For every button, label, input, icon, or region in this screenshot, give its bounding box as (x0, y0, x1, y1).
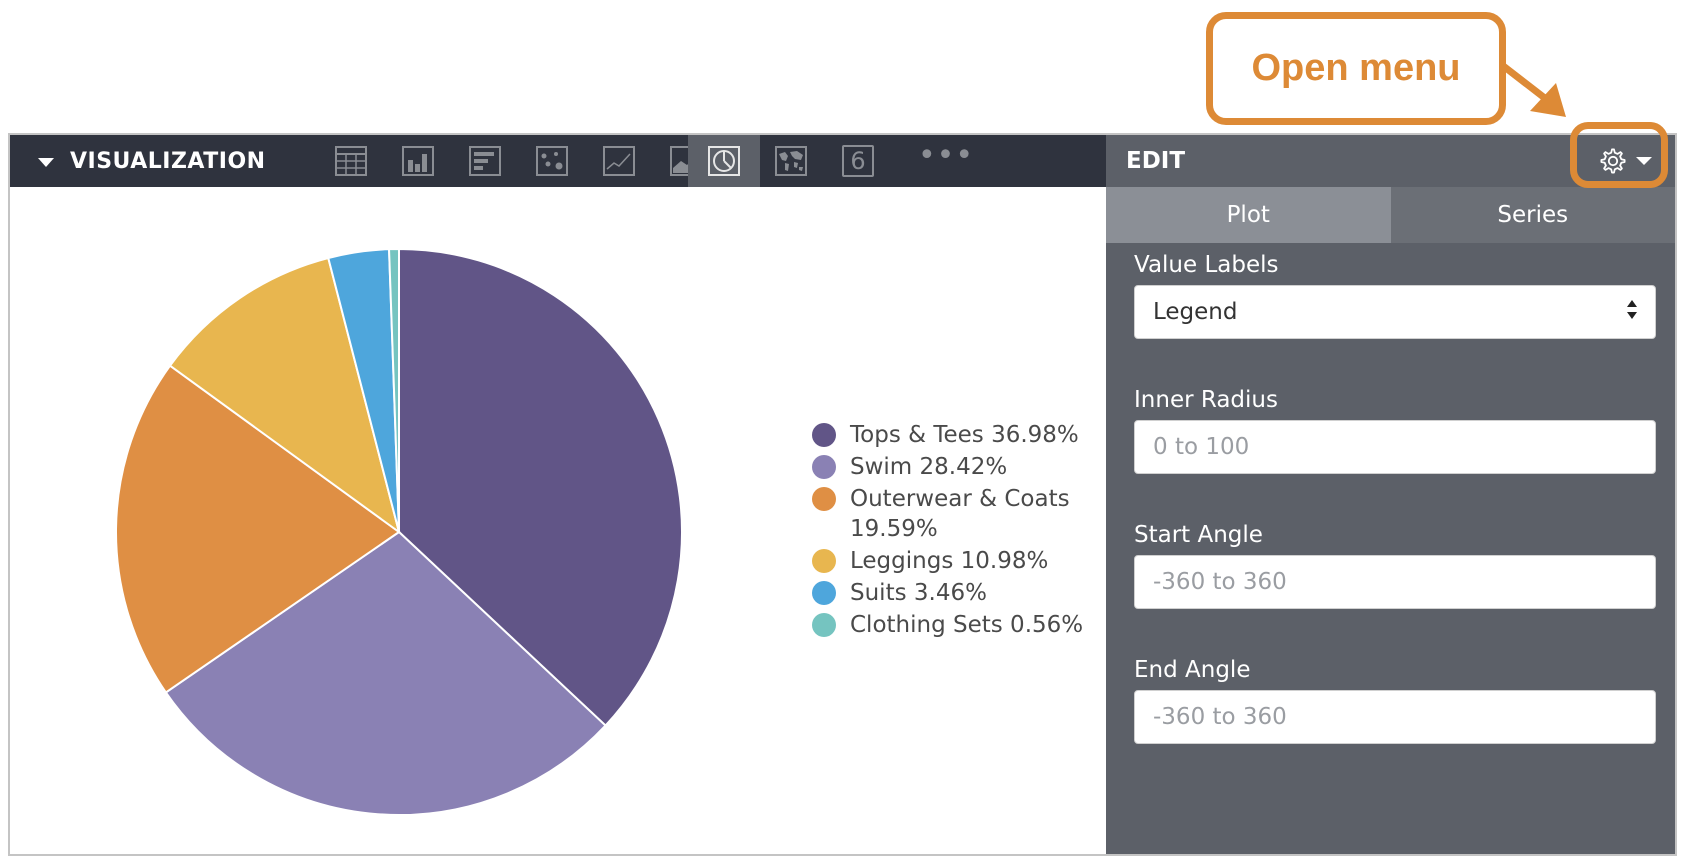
callout-text: Open menu (1251, 47, 1461, 89)
bar-chart-icon[interactable] (449, 135, 521, 187)
legend-label: Tops & Tees 36.98% (850, 422, 1079, 448)
legend-label: Swim 28.42% (850, 454, 1008, 480)
value-labels-selected: Legend (1153, 299, 1238, 325)
inner-radius-field (1134, 420, 1656, 474)
legend-item: Leggings 10.98% (812, 546, 1083, 578)
start-angle-field (1134, 555, 1656, 609)
legend-label: Outerwear & Coats 19.59% (850, 484, 1070, 544)
legend-item: Suits 3.46% (812, 578, 1083, 610)
scatter-chart-icon[interactable] (516, 135, 588, 187)
legend-item: Outerwear & Coats 19.59% (812, 484, 1083, 546)
chart-legend: Tops & Tees 36.98% Swim 28.42% Outerwear… (812, 420, 1083, 642)
select-arrows-icon (1627, 300, 1639, 324)
start-angle-input[interactable] (1153, 569, 1655, 595)
legend-label: Leggings 10.98% (850, 548, 1049, 574)
caret-down-icon (38, 157, 54, 167)
visualization-title: VISUALIZATION (70, 148, 266, 174)
legend-label: Suits 3.46% (850, 580, 987, 606)
start-angle-label: Start Angle (1134, 522, 1263, 548)
inner-radius-input[interactable] (1153, 434, 1655, 460)
legend-item: Clothing Sets 0.56% (812, 610, 1083, 642)
legend-swatch (812, 455, 836, 479)
legend-swatch (812, 613, 836, 637)
legend-label-line-2: 19.59% (850, 516, 938, 542)
edit-tabs: Plot Series (1106, 187, 1675, 243)
legend-swatch (812, 487, 836, 511)
gear-highlight-box (1570, 122, 1668, 188)
column-chart-icon[interactable] (382, 135, 454, 187)
legend-swatch (812, 423, 836, 447)
end-angle-field (1134, 690, 1656, 744)
visualization-toolbar: VISUALIZATION 6 ••• (10, 135, 1106, 187)
map-icon[interactable] (755, 135, 827, 187)
pie-chart-icon[interactable] (688, 135, 760, 187)
end-angle-input[interactable] (1153, 704, 1655, 730)
callout-arrow (1500, 62, 1566, 117)
value-labels-select[interactable]: Legend (1134, 285, 1656, 339)
legend-label: Clothing Sets 0.56% (850, 612, 1084, 638)
table-icon[interactable] (315, 135, 387, 187)
tab-plot[interactable]: Plot (1106, 187, 1391, 243)
legend-item: Tops & Tees 36.98% (812, 420, 1083, 452)
end-angle-label: End Angle (1134, 657, 1251, 683)
line-chart-icon[interactable] (583, 135, 655, 187)
single-value-icon[interactable]: 6 (822, 135, 894, 187)
visualization-toggle[interactable]: VISUALIZATION (38, 135, 266, 187)
legend-swatch (812, 549, 836, 573)
edit-panel: EDIT Plot Series Value Labels Legend Inn… (1106, 135, 1675, 854)
inner-radius-label: Inner Radius (1134, 387, 1278, 413)
legend-swatch (812, 581, 836, 605)
legend-label-line-1: Outerwear & Coats (850, 486, 1070, 512)
open-menu-callout: Open menu (1206, 12, 1506, 125)
tab-series[interactable]: Series (1390, 187, 1675, 243)
legend-item: Swim 28.42% (812, 452, 1083, 484)
value-labels-label: Value Labels (1134, 252, 1279, 278)
pie-chart (115, 247, 683, 817)
edit-title: EDIT (1126, 148, 1186, 174)
more-icon[interactable]: ••• (910, 135, 982, 187)
